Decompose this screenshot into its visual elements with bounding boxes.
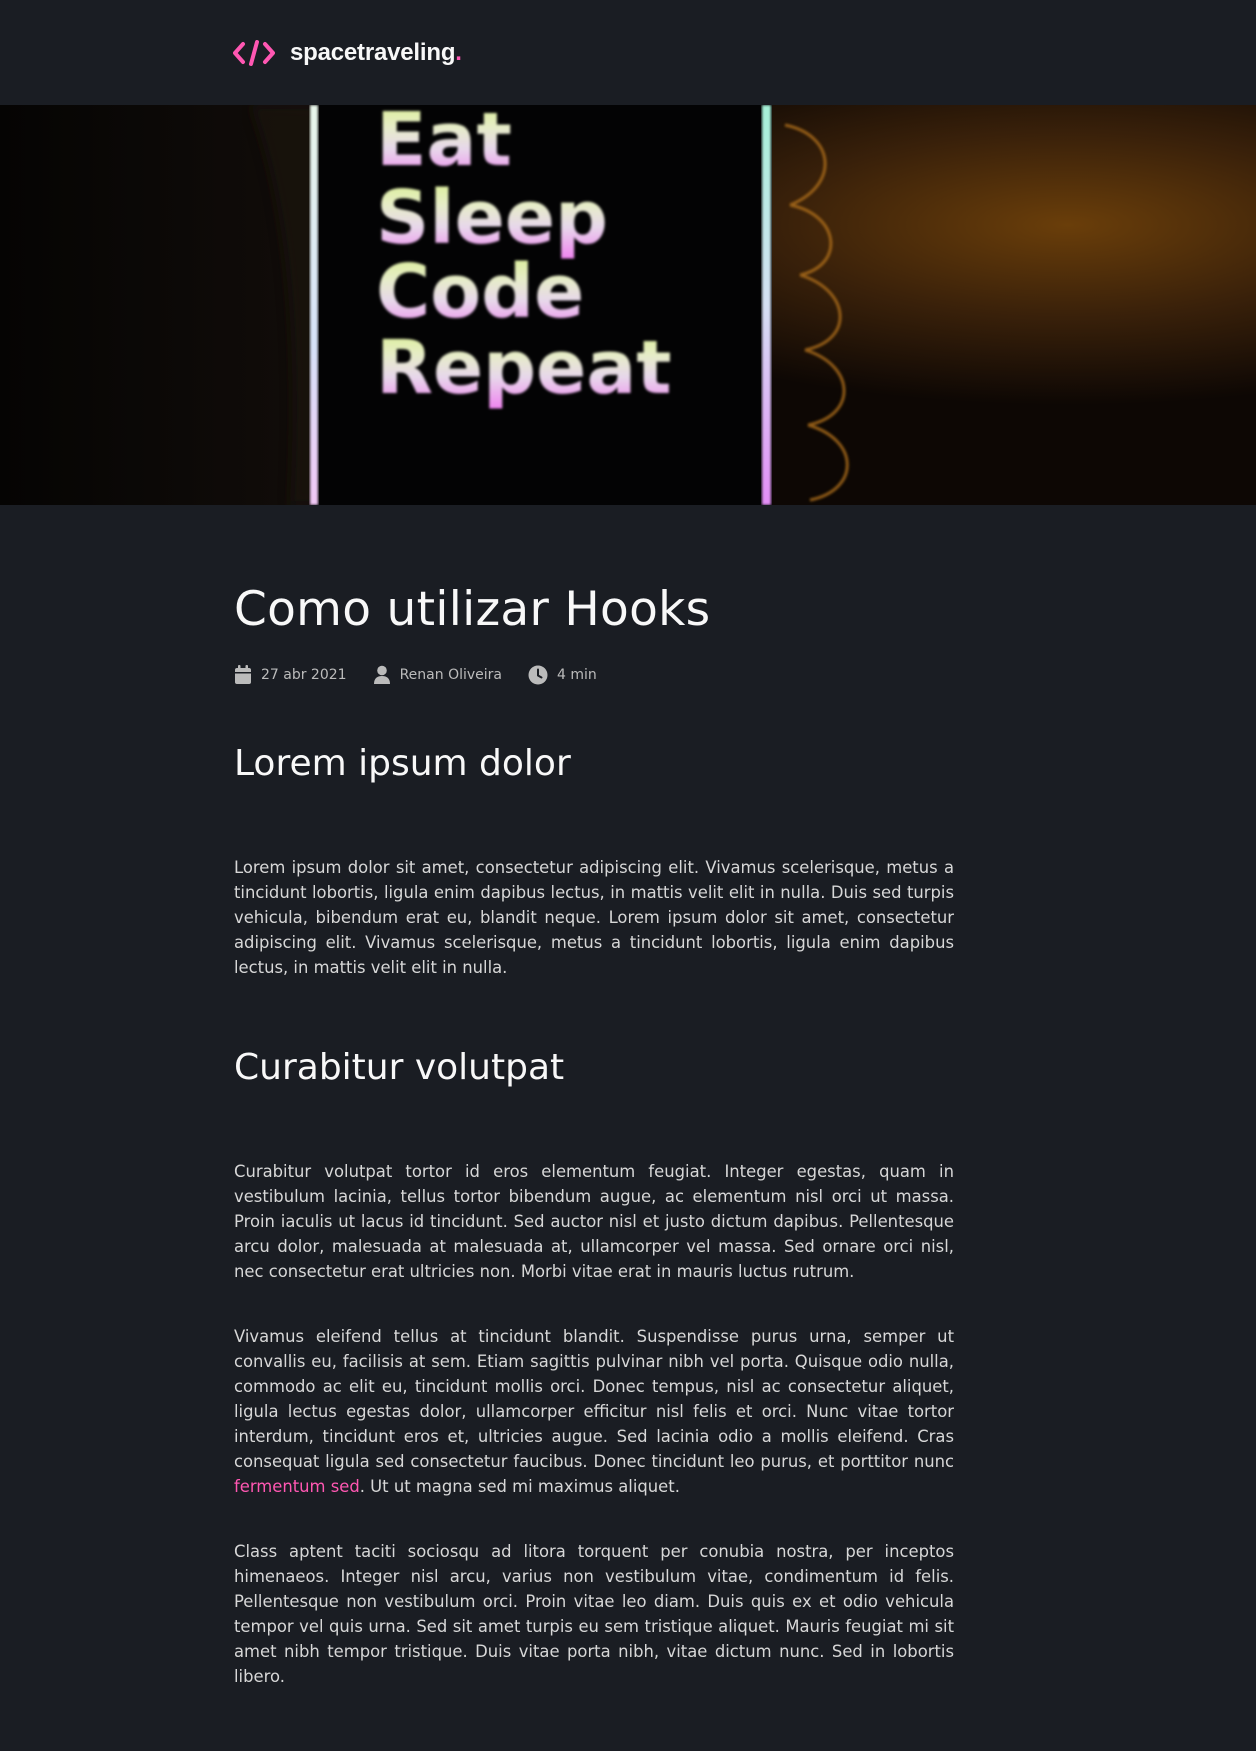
post-section-2: Curabitur volutpat Curabitur volutpat to…	[234, 1046, 954, 1689]
clock-icon	[528, 665, 548, 685]
site-header: spacetraveling.	[0, 0, 1256, 105]
banner-line-3: Code	[376, 249, 584, 335]
section-heading: Lorem ipsum dolor	[234, 743, 571, 785]
post-date-text: 27 abr 2021	[261, 667, 347, 684]
banner-line-1: Eat	[376, 105, 512, 183]
post-author: Renan Oliveira	[373, 665, 502, 685]
home-logo-link[interactable]: spacetraveling.	[233, 39, 462, 67]
post-banner-image: Eat Sleep Code Repeat	[0, 105, 1256, 505]
post-date: 27 abr 2021	[234, 665, 347, 685]
logo-dot: .	[455, 38, 462, 66]
paragraph-text: Vivamus eleifend tellus at tincidunt bla…	[234, 1327, 954, 1472]
section-heading: Curabitur volutpat	[234, 1047, 565, 1089]
calendar-icon	[235, 665, 251, 685]
user-icon	[373, 665, 390, 685]
paragraph-text: . Ut ut magna sed mi maximus aliquet.	[359, 1477, 680, 1497]
section-paragraph: Class aptent taciti sociosqu ad litora t…	[234, 1542, 954, 1687]
code-icon	[233, 39, 275, 66]
banner-line-4: Repeat	[376, 325, 672, 411]
post-reading-time: 4 min	[528, 665, 597, 685]
section-paragraph: Vivamus eleifend tellus at tincidunt bla…	[234, 1324, 954, 1499]
post-meta: 27 abr 2021 Renan Oliveira 4 min	[234, 665, 954, 685]
post-reading-time-text: 4 min	[557, 667, 597, 684]
post-content: Como utilizar Hooks 27 abr 2021 Renan Ol…	[234, 505, 954, 1689]
logo-text: spacetraveling	[290, 38, 456, 66]
section-paragraph: Lorem ipsum dolor sit amet, consectetur …	[234, 858, 954, 978]
post-author-text: Renan Oliveira	[399, 667, 502, 684]
post-title: Como utilizar Hooks	[234, 582, 711, 637]
post-section-1: Lorem ipsum dolor Lorem ipsum dolor sit …	[234, 742, 954, 980]
section-paragraph: Curabitur volutpat tortor id eros elemen…	[234, 1162, 954, 1282]
inline-link-fermentum-sed[interactable]: fermentum sed	[234, 1477, 360, 1496]
